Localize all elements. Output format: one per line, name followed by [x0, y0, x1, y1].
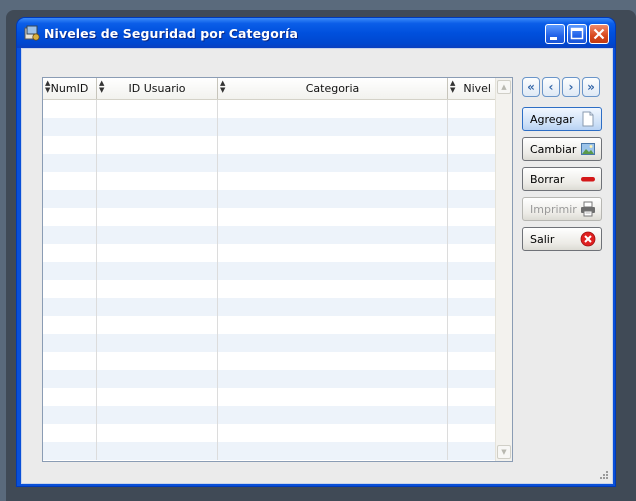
- next-record-button[interactable]: ›: [562, 77, 580, 97]
- table-row[interactable]: [43, 100, 497, 118]
- column-divider: [96, 100, 97, 460]
- table-row[interactable]: [43, 370, 497, 388]
- exit-button-label: Salir: [530, 233, 555, 246]
- minus-icon: [581, 177, 595, 182]
- scroll-down-button[interactable]: ▼: [497, 445, 511, 459]
- chevron-up-icon: ▲: [501, 83, 507, 91]
- column-label: Nivel: [463, 82, 491, 95]
- delete-button[interactable]: Borrar: [522, 167, 602, 191]
- table-row[interactable]: [43, 442, 497, 460]
- table-row[interactable]: [43, 406, 497, 424]
- data-grid[interactable]: ▲ ▼ NumID ▲ ▼ ID Usuario ▲ ▼ Categoria ▲ ▼ N…: [42, 77, 513, 462]
- table-row[interactable]: [43, 424, 497, 442]
- column-label: NumID: [50, 82, 89, 95]
- sort-icon: ▲ ▼: [99, 79, 105, 94]
- column-header-id-usuario[interactable]: ▲ ▼ ID Usuario: [97, 78, 218, 99]
- table-row[interactable]: [43, 316, 497, 334]
- change-button[interactable]: Cambiar: [522, 137, 602, 161]
- app-icon: [24, 25, 40, 41]
- column-header-numid[interactable]: ▲ ▼ NumID: [43, 78, 97, 99]
- new-document-icon: [582, 111, 594, 127]
- print-button[interactable]: Imprimir: [522, 197, 602, 221]
- table-row[interactable]: [43, 172, 497, 190]
- table-row[interactable]: [43, 190, 497, 208]
- maximize-button[interactable]: [567, 24, 587, 44]
- maximize-icon: [570, 27, 584, 40]
- minimize-button[interactable]: [545, 24, 565, 44]
- column-divider: [217, 100, 218, 460]
- printer-icon: [581, 201, 595, 217]
- exit-button[interactable]: Salir: [522, 227, 602, 251]
- close-circle-icon: [580, 231, 596, 247]
- grid-rows[interactable]: [43, 100, 497, 460]
- sort-icon: ▲ ▼: [450, 79, 456, 94]
- table-row[interactable]: [43, 352, 497, 370]
- column-header-categoria[interactable]: ▲ ▼ Categoria: [218, 78, 448, 99]
- title-bar[interactable]: Niveles de Seguridad por Categoría: [17, 18, 615, 48]
- print-button-label: Imprimir: [530, 203, 577, 216]
- sort-icon: ▲ ▼: [45, 79, 51, 94]
- table-row[interactable]: [43, 244, 497, 262]
- table-row[interactable]: [43, 298, 497, 316]
- scroll-up-button[interactable]: ▲: [497, 80, 511, 94]
- column-label: Categoria: [305, 82, 360, 95]
- last-record-button[interactable]: »: [582, 77, 600, 97]
- add-button[interactable]: Agregar: [522, 107, 602, 131]
- table-row[interactable]: [43, 208, 497, 226]
- vertical-scrollbar[interactable]: ▲ ▼: [495, 78, 512, 461]
- change-button-label: Cambiar: [530, 143, 577, 156]
- window-title: Niveles de Seguridad por Categoría: [44, 26, 299, 41]
- column-header-nivel[interactable]: ▲ ▼ Nivel: [448, 78, 497, 99]
- sort-icon: ▲ ▼: [220, 79, 226, 94]
- close-icon: [593, 28, 605, 40]
- table-row[interactable]: [43, 262, 497, 280]
- table-row[interactable]: [43, 136, 497, 154]
- table-row[interactable]: [43, 154, 497, 172]
- minimize-icon: [550, 37, 557, 40]
- double-chevron-right-icon: »: [587, 80, 595, 94]
- chevron-down-icon: ▼: [501, 448, 507, 456]
- close-button[interactable]: [589, 24, 609, 44]
- resize-grip-icon[interactable]: [599, 470, 609, 480]
- table-row[interactable]: [43, 388, 497, 406]
- first-record-button[interactable]: «: [522, 77, 540, 97]
- edit-image-icon: [581, 143, 595, 155]
- client-area: ▲ ▼ NumID ▲ ▼ ID Usuario ▲ ▼ Categoria ▲ ▼ N…: [21, 48, 613, 484]
- add-button-label: Agregar: [530, 113, 574, 126]
- main-window: Niveles de Seguridad por Categoría ▲ ▼ N…: [17, 18, 615, 486]
- chevron-right-icon: ›: [568, 80, 574, 94]
- chevron-left-icon: ‹: [548, 80, 554, 94]
- grid-header: ▲ ▼ NumID ▲ ▼ ID Usuario ▲ ▼ Categoria ▲ ▼ N…: [43, 78, 497, 100]
- previous-record-button[interactable]: ‹: [542, 77, 560, 97]
- delete-button-label: Borrar: [530, 173, 565, 186]
- table-row[interactable]: [43, 280, 497, 298]
- table-row[interactable]: [43, 118, 497, 136]
- column-label: ID Usuario: [128, 82, 186, 95]
- column-divider: [447, 100, 448, 460]
- table-row[interactable]: [43, 226, 497, 244]
- double-chevron-left-icon: «: [527, 80, 535, 94]
- table-row[interactable]: [43, 334, 497, 352]
